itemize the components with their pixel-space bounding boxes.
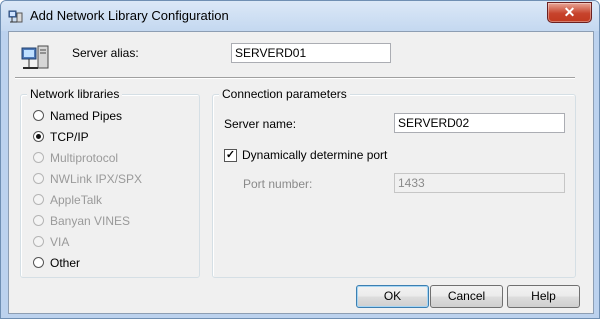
network-libraries-group: Network libraries Named Pipes TCP/IP Multi… [20, 87, 200, 278]
server-name-input[interactable]: SERVERD02 [394, 113, 565, 133]
separator [15, 77, 575, 79]
server-network-icon [21, 45, 49, 69]
library-option-label: VIA [50, 235, 70, 249]
window-title: Add Network Library Configuration [30, 8, 229, 23]
dialog-window: Add Network Library Configuration ✕ Serv… [0, 0, 600, 319]
checkmark-icon: ✓ [225, 149, 236, 161]
radio-button [33, 194, 44, 205]
help-button[interactable]: Help [507, 285, 580, 308]
connection-parameters-title: Connection parameters [219, 87, 350, 101]
title-bar[interactable]: Add Network Library Configuration ✕ [1, 1, 599, 31]
library-option-label[interactable]: Named Pipes [50, 108, 122, 124]
dynamic-port-label[interactable]: Dynamically determine port [242, 148, 387, 162]
dialog-body: Server alias: SERVERD01 Network librarie… [8, 31, 594, 314]
connection-parameters-group: Connection parameters Server name: SERVE… [212, 87, 576, 278]
radio-button[interactable] [33, 131, 44, 142]
library-option-label[interactable]: TCP/IP [50, 129, 89, 145]
network-config-icon [8, 10, 23, 23]
radio-button[interactable] [33, 257, 44, 268]
library-option-label: NWLink IPX/SPX [50, 172, 143, 186]
port-number-input[interactable]: 1433 [394, 173, 565, 193]
radio-button[interactable] [33, 110, 44, 121]
radio-button [33, 152, 44, 163]
ok-button[interactable]: OK [356, 285, 429, 308]
library-option-label: Multiprotocol [50, 151, 119, 165]
radio-button [33, 173, 44, 184]
library-option-label[interactable]: Other [50, 255, 80, 271]
port-number-label: Port number: [243, 177, 313, 191]
server-alias-label: Server alias: [72, 46, 139, 60]
server-alias-input[interactable]: SERVERD01 [231, 43, 391, 63]
radio-button [33, 236, 44, 247]
close-icon: ✕ [563, 4, 576, 20]
radio-dot-icon [36, 134, 41, 139]
library-option-label: Banyan VINES [50, 214, 131, 228]
dynamic-port-checkbox[interactable]: ✓ [224, 149, 237, 162]
close-button[interactable]: ✕ [547, 2, 592, 23]
radio-button [33, 215, 44, 226]
server-name-label: Server name: [224, 117, 297, 131]
library-option-label: AppleTalk [50, 193, 103, 207]
cancel-button[interactable]: Cancel [430, 285, 503, 308]
network-libraries-title: Network libraries [27, 87, 123, 101]
